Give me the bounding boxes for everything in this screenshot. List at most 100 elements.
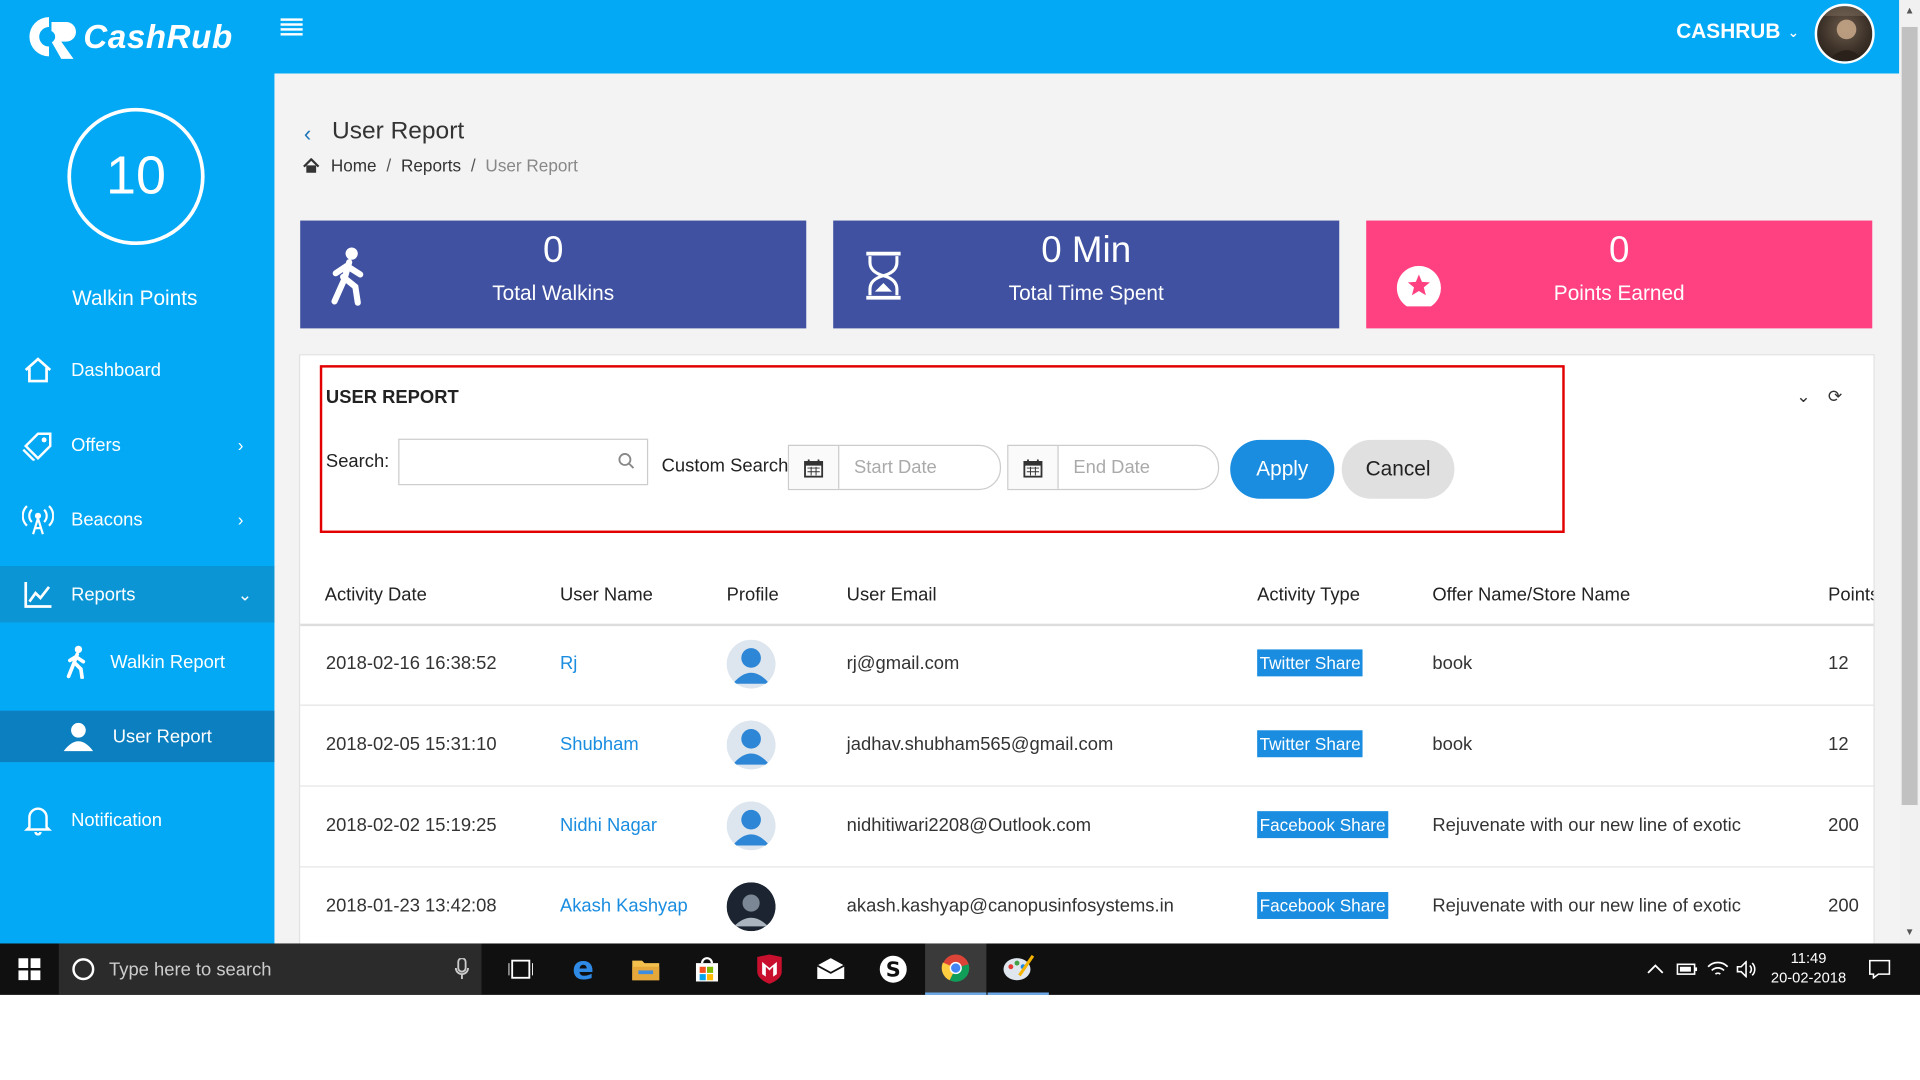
- walking-person-icon: [66, 645, 86, 679]
- wifi-icon[interactable]: [1707, 943, 1729, 994]
- row-offer-name: Rejuvenate with our new line of exotic: [1432, 814, 1741, 836]
- column-header-profile[interactable]: Profile: [727, 584, 779, 605]
- skype-icon[interactable]: S: [863, 943, 924, 994]
- row-user-email: rj@gmail.com: [846, 653, 960, 674]
- scroll-down-arrow-icon[interactable]: ▼: [1902, 924, 1918, 941]
- microphone-icon[interactable]: [454, 958, 470, 980]
- breadcrumb: Home / Reports / User Report: [303, 156, 578, 176]
- sidebar: 10 Walkin Points Dashboard Offers › Beac…: [0, 73, 275, 944]
- file-explorer-icon[interactable]: [615, 943, 676, 994]
- start-date-picker[interactable]: Start Date: [787, 444, 1002, 491]
- back-arrow-icon[interactable]: ‹: [304, 121, 311, 147]
- calendar-icon[interactable]: [1008, 446, 1059, 489]
- chevron-right-icon: ›: [237, 434, 244, 455]
- menu-toggle-icon[interactable]: [280, 18, 303, 36]
- sidebar-item-beacons[interactable]: Beacons ›: [0, 491, 274, 547]
- column-header-activity-date[interactable]: Activity Date: [325, 584, 427, 605]
- sidebar-item-label: Offers: [71, 434, 121, 456]
- svg-text:S: S: [886, 958, 901, 982]
- user-photo-avatar[interactable]: [726, 882, 776, 932]
- chevron-right-icon: ›: [237, 509, 244, 530]
- sidebar-item-walkin-report[interactable]: Walkin Report: [0, 636, 274, 687]
- windows-taskbar: Type here to search e S 11:49 20-02-2018: [0, 943, 1920, 995]
- battery-icon[interactable]: [1676, 943, 1698, 994]
- column-header-points[interactable]: Points: [1828, 584, 1873, 605]
- row-user-name-link[interactable]: Shubham: [560, 734, 639, 755]
- user-menu[interactable]: CASHRUB ⌄: [1676, 20, 1799, 45]
- home-icon: [24, 357, 52, 383]
- row-activity-date: 2018-01-23 13:42:08: [325, 895, 497, 917]
- show-hidden-icons-icon[interactable]: [1646, 943, 1666, 994]
- chrome-browser-icon[interactable]: [925, 943, 987, 995]
- app-window: CashRub CASHRUB ⌄ ▲ ▼ 10 Walkin Points D…: [0, 0, 1920, 1080]
- default-avatar-icon[interactable]: [726, 801, 776, 851]
- chevron-down-icon: ⌄: [1787, 25, 1800, 40]
- row-activity-date: 2018-02-02 15:19:25: [325, 814, 497, 836]
- calendar-icon[interactable]: [789, 446, 840, 489]
- activity-type-badge: Twitter Share: [1257, 730, 1364, 758]
- row-user-email: nidhitiwari2208@Outlook.com: [846, 814, 1092, 836]
- row-offer-name: Rejuvenate with our new line of exotic: [1432, 895, 1741, 917]
- search-input[interactable]: [398, 438, 649, 486]
- scroll-up-arrow-icon[interactable]: ▲: [1902, 2, 1918, 19]
- clock-date: 20-02-2018: [1770, 969, 1847, 987]
- line-chart-icon: [24, 582, 52, 608]
- row-user-name-link[interactable]: Nidhi Nagar: [560, 815, 657, 836]
- avatar[interactable]: [1814, 3, 1875, 64]
- default-avatar-icon[interactable]: [726, 720, 776, 770]
- scrollbar-thumb[interactable]: [1901, 26, 1918, 806]
- column-header-user-name[interactable]: User Name: [560, 584, 653, 605]
- sidebar-item-dashboard[interactable]: Dashboard: [0, 342, 274, 398]
- breadcrumb-reports[interactable]: Reports: [401, 156, 461, 176]
- end-date-picker[interactable]: End Date: [1007, 444, 1220, 491]
- mail-icon[interactable]: [800, 943, 861, 994]
- row-offer-name: book: [1432, 653, 1473, 674]
- brand-logo[interactable]: CashRub: [25, 10, 233, 64]
- end-date-input[interactable]: End Date: [1059, 446, 1150, 489]
- stat-caption: Total Time Spent: [1008, 281, 1164, 306]
- taskbar-clock[interactable]: 11:49 20-02-2018: [1752, 948, 1865, 987]
- stat-caption: Total Walkins: [492, 281, 615, 306]
- start-date-input[interactable]: Start Date: [839, 446, 937, 489]
- column-header-offer-name[interactable]: Offer Name/Store Name: [1432, 584, 1630, 605]
- sidebar-item-label: Beacons: [71, 509, 143, 530]
- row-user-name-link[interactable]: Akash Kashyap: [560, 896, 688, 917]
- edge-browser-icon[interactable]: e: [553, 943, 614, 994]
- refresh-icon[interactable]: ⟳: [1828, 386, 1842, 407]
- row-user-email: akash.kashyap@canopusinfosystems.in: [846, 895, 1174, 917]
- search-label: Search:: [325, 450, 390, 472]
- row-points: 200: [1828, 814, 1859, 836]
- cancel-button[interactable]: Cancel: [1341, 439, 1455, 499]
- action-center-icon[interactable]: [1869, 943, 1891, 994]
- sidebar-item-offers[interactable]: Offers ›: [0, 417, 274, 473]
- sidebar-item-notification[interactable]: Notification: [0, 792, 274, 848]
- store-icon[interactable]: [676, 943, 737, 994]
- column-header-activity-type[interactable]: Activity Type: [1257, 584, 1360, 605]
- default-avatar-icon[interactable]: [726, 639, 776, 689]
- row-points: 12: [1828, 733, 1849, 755]
- mcafee-icon[interactable]: [739, 943, 800, 994]
- stat-value: 0: [1609, 230, 1630, 271]
- table-row[interactable]: [300, 625, 1874, 706]
- user-icon: [63, 722, 94, 752]
- custom-search-label: Custom Search:: [661, 455, 794, 477]
- paint-icon[interactable]: [987, 943, 1049, 995]
- task-view-icon[interactable]: [490, 943, 551, 994]
- sidebar-item-reports[interactable]: Reports ⌄: [0, 566, 275, 623]
- search-icon[interactable]: [618, 452, 635, 469]
- collapse-chevron-icon[interactable]: ⌄: [1796, 386, 1810, 407]
- sidebar-item-label: Reports: [71, 583, 136, 605]
- tag-icon: [22, 432, 52, 461]
- row-user-name-link[interactable]: Rj: [560, 653, 577, 674]
- home-icon: [303, 157, 320, 173]
- row-activity-date: 2018-02-05 15:31:10: [325, 733, 497, 755]
- taskbar-search-box[interactable]: Type here to search: [58, 943, 482, 995]
- sidebar-item-label: Dashboard: [71, 359, 161, 381]
- breadcrumb-home[interactable]: Home: [331, 156, 377, 176]
- stat-card-total-walkins: 0 Total Walkins: [300, 220, 807, 329]
- row-user-email: jadhav.shubham565@gmail.com: [846, 733, 1114, 755]
- sidebar-item-user-report[interactable]: User Report: [0, 710, 275, 763]
- apply-button[interactable]: Apply: [1230, 439, 1335, 499]
- column-header-user-email[interactable]: User Email: [847, 584, 937, 605]
- windows-start-button[interactable]: [0, 943, 59, 994]
